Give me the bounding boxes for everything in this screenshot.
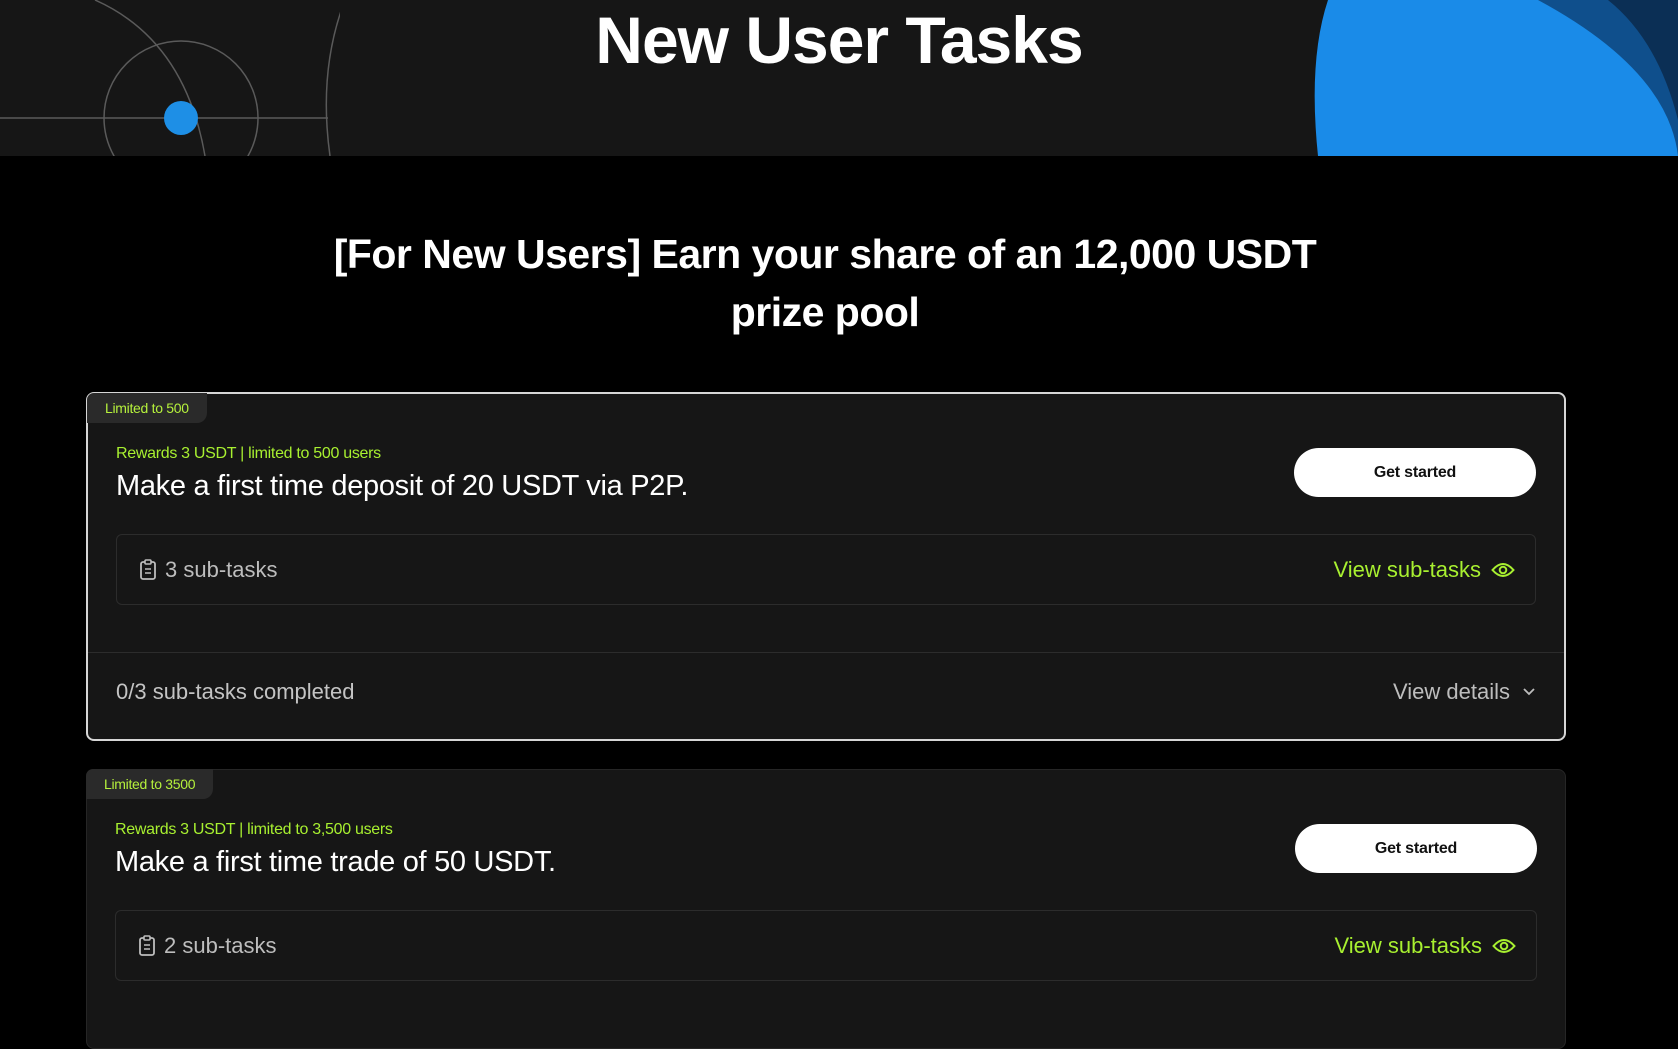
reward-text: Rewards 3 USDT | limited to 3,500 users (115, 821, 393, 838)
task-card: Limited to 500 Rewards 3 USDT | limited … (86, 392, 1566, 741)
subtasks-panel: 3 sub-tasks View sub-tasks (116, 534, 1536, 605)
get-started-button[interactable]: Get started (1295, 824, 1537, 873)
eye-icon (1491, 562, 1515, 577)
task-title: Make a first time trade of 50 USDT. (115, 846, 556, 878)
progress-text: 0/3 sub-tasks completed (116, 679, 355, 704)
campaign-title: [For New Users] Earn your share of an 12… (333, 231, 1317, 335)
view-subtasks-label: View sub-tasks (1333, 556, 1481, 582)
subtasks-panel: 2 sub-tasks View sub-tasks (115, 910, 1537, 981)
view-subtasks-label: View sub-tasks (1334, 932, 1482, 958)
clipboard-icon (139, 934, 155, 956)
hero-banner: New User Tasks (0, 0, 1678, 156)
chevron-down-icon (1523, 688, 1535, 696)
view-subtasks-link[interactable]: View sub-tasks (1333, 535, 1515, 604)
reward-text: Rewards 3 USDT | limited to 500 users (116, 445, 381, 462)
clipboard-icon (140, 558, 156, 580)
task-title: Make a first time deposit of 20 USDT via… (116, 470, 689, 502)
subtask-count: 2 sub-tasks (138, 911, 277, 980)
subtask-count-label: 3 sub-tasks (165, 556, 278, 582)
get-started-button[interactable]: Get started (1294, 448, 1536, 497)
view-subtasks-link[interactable]: View sub-tasks (1334, 911, 1516, 980)
card-divider (88, 652, 1564, 653)
subtask-count: 3 sub-tasks (139, 535, 278, 604)
eye-icon (1492, 938, 1516, 953)
subtask-count-label: 2 sub-tasks (164, 932, 277, 958)
task-card: Limited to 3500 Rewards 3 USDT | limited… (86, 769, 1566, 1049)
limit-tag: Limited to 500 (87, 393, 207, 423)
view-details-label: View details (1393, 679, 1510, 704)
view-details-toggle[interactable]: View details (1393, 672, 1536, 712)
limit-tag: Limited to 3500 (86, 769, 214, 799)
blue-wave-decoration-icon (1314, 0, 1678, 156)
